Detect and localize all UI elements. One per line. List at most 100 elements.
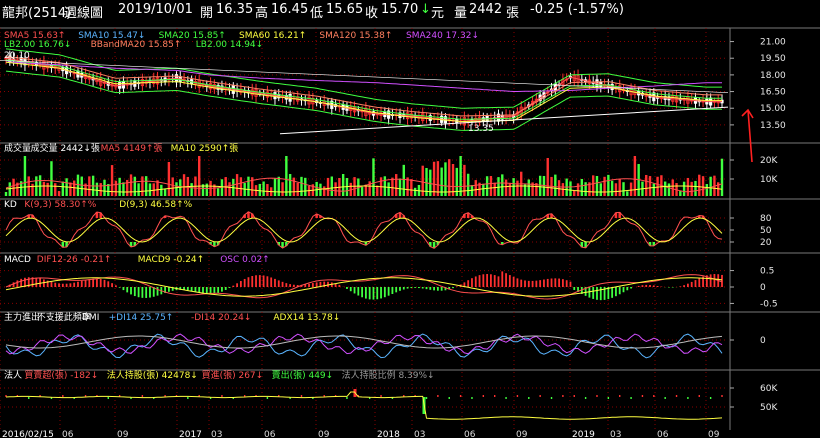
- legend-item: 賣出(張) 449↓: [272, 369, 334, 381]
- volume-bar: [281, 182, 284, 196]
- volume-bar: [152, 183, 155, 196]
- y-tick-label: 60K: [760, 384, 778, 394]
- volume-bar: [538, 175, 542, 196]
- volume-bar: [573, 190, 576, 196]
- volume-bar: [23, 156, 27, 196]
- volume-bar: [50, 161, 53, 196]
- y-tick-label: 0: [760, 336, 766, 346]
- x-tick-label: 2016/02/15: [2, 430, 54, 438]
- volume-bar: [501, 174, 504, 196]
- volume-bar: [584, 182, 587, 196]
- volume-bar: [398, 178, 402, 196]
- x-tick-label: 06: [657, 430, 669, 438]
- volume-bar: [482, 183, 485, 196]
- volume-bar: [516, 180, 519, 196]
- volume-bar: [114, 180, 118, 196]
- y-tick-label: 0: [760, 283, 766, 293]
- volume-bar: [341, 174, 345, 196]
- x-tick-label: 2019: [572, 430, 595, 438]
- volume-bar: [667, 183, 671, 196]
- volume-bar: [387, 182, 390, 196]
- volume-bar: [167, 161, 171, 196]
- volume-bar: [690, 181, 693, 196]
- volume-bar: [315, 181, 318, 196]
- x-tick-label: 2017: [179, 430, 202, 438]
- volume-bar: [508, 182, 512, 196]
- y-tick-label: 0.5: [760, 267, 774, 277]
- volume-bar: [603, 176, 606, 196]
- y-tick-label: -0.5: [760, 299, 778, 309]
- legend-item: 買進(張) 267↓: [202, 369, 264, 381]
- chart-canvas: SMA5 15.63↑ SMA10 15.47↓ SMA20 15.85↑ SMA60…: [0, 27, 820, 438]
- volume-bar: [580, 178, 584, 196]
- volume-bar: [216, 188, 220, 196]
- y-tick-label: 80: [760, 214, 772, 224]
- volume-bar: [395, 174, 398, 196]
- legend-item: ADX14 13.78↓: [273, 313, 340, 323]
- volume-bar: [489, 176, 493, 196]
- volume-bar: [262, 181, 265, 196]
- volume-bar: [129, 174, 133, 196]
- volume-bar: [720, 158, 724, 196]
- volume-bar: [663, 181, 667, 196]
- volume-bar: [12, 178, 15, 196]
- volume-bar: [258, 183, 262, 196]
- inst-holding-line: [5, 391, 723, 420]
- volume-bar: [497, 177, 500, 196]
- volume-bar: [694, 180, 697, 196]
- series-layer: [0, 48, 754, 420]
- volume-bar: [288, 174, 292, 196]
- volume-bar: [277, 176, 280, 196]
- volume-bar: [205, 183, 208, 196]
- price-max-label: 20.10: [4, 51, 30, 61]
- y-tick-label: 20K: [760, 156, 778, 166]
- volume-bar: [235, 174, 239, 196]
- volume-bar: [376, 185, 379, 196]
- volume-bar: [645, 174, 648, 196]
- volume-bar: [383, 176, 387, 196]
- volume-bar: [69, 182, 72, 196]
- volume-bar: [413, 187, 417, 196]
- legend-item: MA10 2590↑張: [171, 143, 239, 154]
- volume-ma5-line: [5, 177, 723, 193]
- y-tick-label: 16.50: [760, 88, 786, 98]
- price-min-label: 13.35: [468, 124, 494, 134]
- volume-bar: [402, 164, 405, 196]
- y-tick-label: 50K: [760, 403, 778, 413]
- volume-bar: [432, 161, 436, 196]
- volume-bar: [304, 177, 307, 196]
- legend-item: +DI14 25.75↑: [109, 313, 174, 323]
- y-tick-label: 50: [760, 226, 772, 236]
- y-tick-label: 18.00: [760, 71, 786, 81]
- legend-item: -DI14 20.24↓: [191, 313, 251, 323]
- volume-bar: [629, 182, 633, 196]
- volume-bar: [698, 174, 701, 196]
- legend-item: DIF12-26 -0.21↑: [37, 255, 112, 265]
- legend-item: KD: [4, 200, 17, 210]
- x-tick-label: 06: [264, 430, 276, 438]
- volume-bar: [144, 176, 148, 196]
- volume-bar: [171, 177, 174, 196]
- volume-bar: [709, 176, 712, 196]
- y-tick-label: 19.50: [760, 54, 786, 64]
- volume-bar: [198, 156, 201, 196]
- bband-lower-line: [5, 70, 722, 131]
- volume-bar: [46, 182, 49, 196]
- volume-bar: [175, 182, 178, 196]
- volume-bar: [527, 179, 530, 196]
- volume-bar: [285, 156, 288, 196]
- x-tick-label: 09: [708, 430, 720, 438]
- x-tick-label: 2018: [377, 430, 400, 438]
- annotation-arrow: [741, 108, 754, 163]
- volume-bar: [156, 180, 159, 196]
- volume-bar: [701, 176, 705, 196]
- volume-bar: [557, 180, 561, 196]
- legend-item: BBandMA20 15.85↑: [91, 40, 182, 50]
- volume-bar: [504, 179, 508, 196]
- volume-bar: [485, 176, 489, 196]
- volume-bar: [466, 173, 470, 196]
- legend-item: 法人持股比例 8.39%↓: [342, 369, 435, 381]
- volume-bar: [599, 183, 602, 196]
- volume-bar: [576, 183, 580, 196]
- volume-bar: [410, 179, 413, 196]
